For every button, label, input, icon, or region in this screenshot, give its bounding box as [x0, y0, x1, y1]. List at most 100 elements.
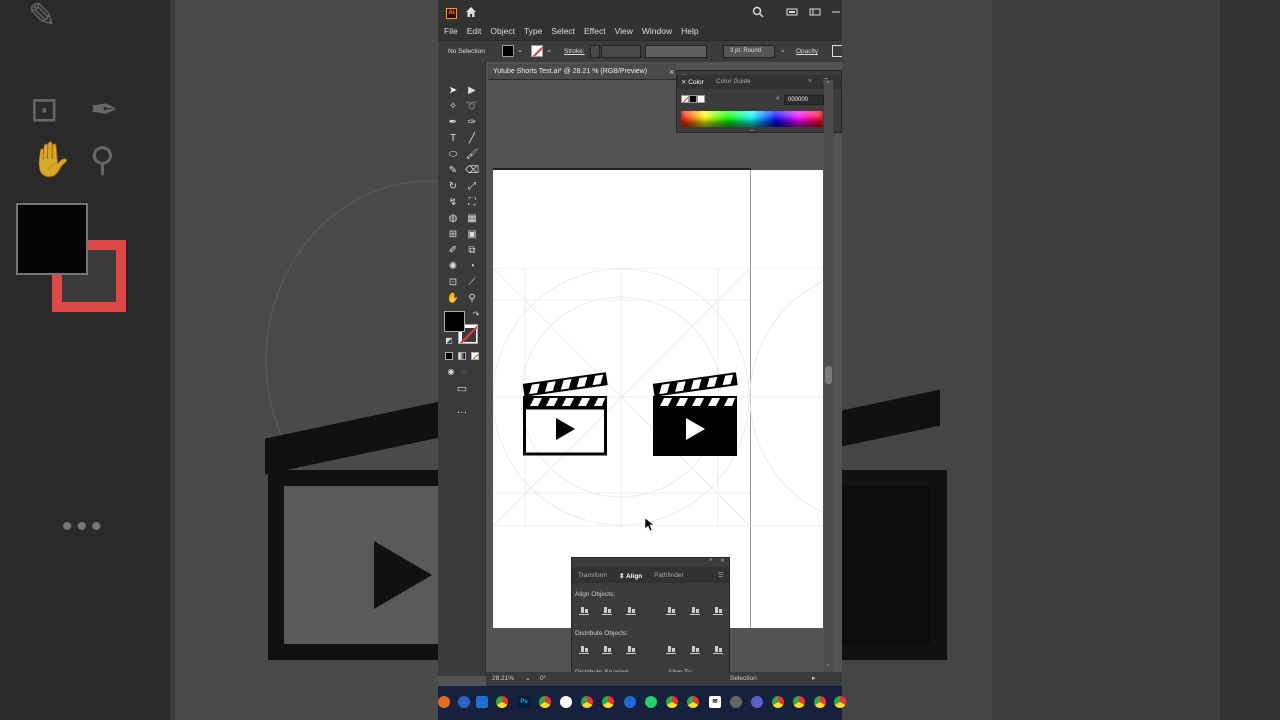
- vertical-distribute-center-icon[interactable]: [602, 645, 612, 654]
- collapse-panel-icon[interactable]: »: [808, 77, 812, 84]
- mail-icon[interactable]: ✉: [709, 696, 721, 708]
- screen-mode-icon[interactable]: ▭: [455, 382, 469, 396]
- scale-tool-icon[interactable]: ⤢: [465, 180, 479, 194]
- menu-help[interactable]: Help: [681, 26, 698, 36]
- scroll-up-icon[interactable]: ⌃: [825, 80, 831, 88]
- tab-transform[interactable]: Transform: [578, 572, 607, 579]
- eraser-tool-icon[interactable]: ⌫: [465, 164, 479, 178]
- clapperboard-outline-icon[interactable]: [520, 368, 610, 458]
- eyedropper-tool-icon[interactable]: ✐: [446, 244, 460, 258]
- vertical-distribute-top-icon[interactable]: [579, 645, 589, 654]
- variable-width-field[interactable]: [645, 45, 707, 58]
- play-icon[interactable]: ▸: [812, 674, 816, 682]
- shape-builder-tool-icon[interactable]: ◍: [446, 212, 460, 226]
- hand-tool-icon[interactable]: ✋: [446, 292, 460, 306]
- app-icon[interactable]: [438, 696, 450, 708]
- curvature-tool-icon[interactable]: ✑: [465, 116, 479, 130]
- type-tool-icon[interactable]: T: [446, 132, 460, 146]
- direct-selection-tool-icon[interactable]: ▶: [465, 84, 479, 98]
- pen-tool-icon[interactable]: ✒: [446, 116, 460, 130]
- menu-select[interactable]: Select: [551, 26, 575, 36]
- start-icon[interactable]: [458, 696, 470, 708]
- collapse-panel-icon[interactable]: »: [709, 557, 712, 563]
- chrome-icon[interactable]: [687, 696, 699, 708]
- horizontal-distribute-center-icon[interactable]: [690, 645, 700, 654]
- teams-icon[interactable]: [751, 696, 763, 708]
- slice-tool-icon[interactable]: ⟋: [465, 276, 479, 290]
- settings-icon[interactable]: [730, 696, 742, 708]
- rotate-tool-icon[interactable]: ↻: [446, 180, 460, 194]
- none-swatch[interactable]: [681, 95, 689, 103]
- zoom-level[interactable]: 28.21%: [492, 675, 514, 682]
- line-tool-icon[interactable]: ╱: [465, 132, 479, 146]
- rotation-value[interactable]: 0°: [540, 675, 546, 682]
- circle-app-icon[interactable]: [560, 696, 572, 708]
- horizontal-align-right-icon[interactable]: [626, 606, 636, 615]
- ps-icon[interactable]: Ps: [518, 696, 530, 708]
- edge-icon[interactable]: [624, 696, 636, 708]
- tab-color[interactable]: ⨯ Color: [681, 78, 704, 86]
- vertical-align-bottom-icon[interactable]: [713, 606, 723, 615]
- free-transform-tool-icon[interactable]: ⛶: [465, 196, 479, 210]
- chevron-down-icon[interactable]: ⌄: [546, 46, 552, 54]
- chrome-icon[interactable]: [814, 696, 826, 708]
- artboard-tool-icon[interactable]: ⊡: [446, 276, 460, 290]
- magic-wand-icon[interactable]: ✧: [446, 100, 460, 114]
- menu-effect[interactable]: Effect: [584, 26, 606, 36]
- selection-tool-icon[interactable]: ➤: [446, 84, 460, 98]
- chevron-down-icon[interactable]: ⌄: [525, 674, 531, 682]
- gradient-mode-icon[interactable]: [458, 352, 466, 360]
- panel-menu-icon[interactable]: [832, 45, 842, 57]
- menu-view[interactable]: View: [615, 26, 633, 36]
- chrome-icon[interactable]: [602, 696, 614, 708]
- close-icon[interactable]: ×: [669, 64, 674, 80]
- hex-input[interactable]: 000000: [784, 95, 824, 105]
- panel-menu-icon[interactable]: ☰: [718, 571, 724, 579]
- blend-tool-icon[interactable]: ⧉: [465, 244, 479, 258]
- horizontal-distribute-left-icon[interactable]: [666, 645, 676, 654]
- fill-color-control[interactable]: [502, 45, 514, 57]
- graph-tool-icon[interactable]: ◔: [465, 260, 479, 274]
- swap-fill-stroke-icon[interactable]: ↷: [469, 308, 483, 322]
- scroll-down-icon[interactable]: ⌄: [825, 660, 831, 668]
- file-icon[interactable]: [476, 696, 488, 708]
- chrome-icon[interactable]: [834, 696, 846, 708]
- gradient-tool-icon[interactable]: ▣: [465, 228, 479, 242]
- scrollbar-thumb[interactable]: [825, 366, 832, 384]
- none-mode-icon[interactable]: [471, 352, 479, 360]
- chrome-icon[interactable]: [581, 696, 593, 708]
- vertical-distribute-bottom-icon[interactable]: [626, 645, 636, 654]
- home-icon[interactable]: [465, 6, 477, 18]
- close-icon[interactable]: ✕: [720, 557, 725, 564]
- menu-object[interactable]: Object: [490, 26, 515, 36]
- opacity-label[interactable]: Opacity: [796, 48, 818, 55]
- document-tab[interactable]: Yutube Shorts Test.ai* @ 28.21 % (RGB/Pr…: [488, 64, 676, 80]
- horizontal-align-center-icon[interactable]: [602, 606, 612, 615]
- zoom-tool-icon[interactable]: ⚲: [465, 292, 479, 306]
- workspace-icon[interactable]: [809, 6, 821, 18]
- symbol-sprayer-tool-icon[interactable]: ✺: [446, 260, 460, 274]
- tab-pathfinder[interactable]: Pathfinder: [654, 572, 684, 579]
- perspective-grid-tool-icon[interactable]: ▦: [465, 212, 479, 226]
- stroke-weight-stepper[interactable]: [590, 45, 600, 58]
- vertical-scrollbar[interactable]: ⌃ ⌄: [824, 80, 833, 672]
- stroke-weight-field[interactable]: [601, 45, 641, 58]
- stroke-label[interactable]: Stroke:: [564, 48, 585, 55]
- white-swatch[interactable]: [697, 95, 705, 103]
- horizontal-align-left-icon[interactable]: [579, 606, 589, 615]
- brush-definition[interactable]: 3 pt. Round: [723, 45, 775, 58]
- color-mode-icon[interactable]: [445, 352, 453, 360]
- arrange-documents-icon[interactable]: [786, 6, 798, 18]
- menu-window[interactable]: Window: [642, 26, 672, 36]
- clapperboard-filled-icon[interactable]: [650, 368, 740, 458]
- chrome-icon[interactable]: [666, 696, 678, 708]
- color-spectrum[interactable]: [681, 111, 823, 127]
- resize-handle-icon[interactable]: ═: [750, 128, 754, 134]
- shaper-tool-icon[interactable]: ✎: [446, 164, 460, 178]
- chrome-icon[interactable]: [793, 696, 805, 708]
- menu-file[interactable]: File: [444, 26, 458, 36]
- menu-type[interactable]: Type: [524, 26, 542, 36]
- chrome-icon[interactable]: [772, 696, 784, 708]
- stroke-color-control[interactable]: [531, 45, 543, 57]
- chevron-down-icon[interactable]: ⌄: [780, 46, 786, 54]
